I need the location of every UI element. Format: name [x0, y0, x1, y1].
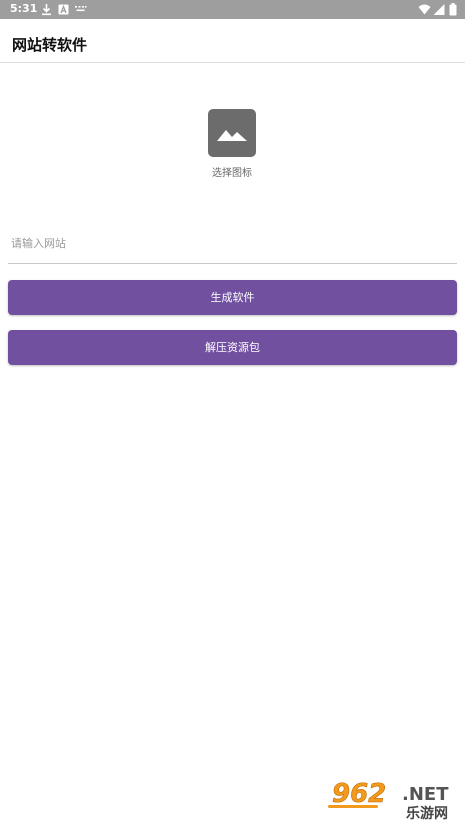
status-bar: 5:31 — [0, 0, 465, 19]
app-bar: 网站转软件 — [0, 19, 465, 63]
extract-resources-button[interactable]: 解压资源包 — [8, 330, 457, 365]
watermark-number: 962 — [332, 779, 386, 809]
watermark-suffix: .NET — [402, 784, 449, 805]
website-url-input[interactable] — [8, 229, 457, 264]
watermark-cn-text: 乐游网 — [406, 805, 448, 822]
page-title: 网站转软件 — [12, 36, 88, 54]
app-screen: 5:31 网站转软件 选择图标 请输入网站 生成软件 解压资源包 962 .NE… — [0, 0, 465, 826]
select-icon-caption: 选择图标 — [212, 168, 252, 179]
watermark-logo: 962 .NET 乐游网 — [326, 776, 460, 822]
generate-app-button[interactable]: 生成软件 — [8, 280, 457, 315]
image-placeholder-icon — [217, 130, 247, 141]
battery-icon — [449, 3, 457, 16]
a-badge-icon — [58, 4, 69, 15]
wifi-icon — [418, 4, 431, 15]
signal-icon — [433, 4, 445, 15]
status-time: 5:31 — [10, 2, 38, 15]
keyboard-icon — [75, 6, 87, 12]
select-icon-button[interactable] — [208, 109, 256, 157]
download-icon — [42, 4, 51, 16]
